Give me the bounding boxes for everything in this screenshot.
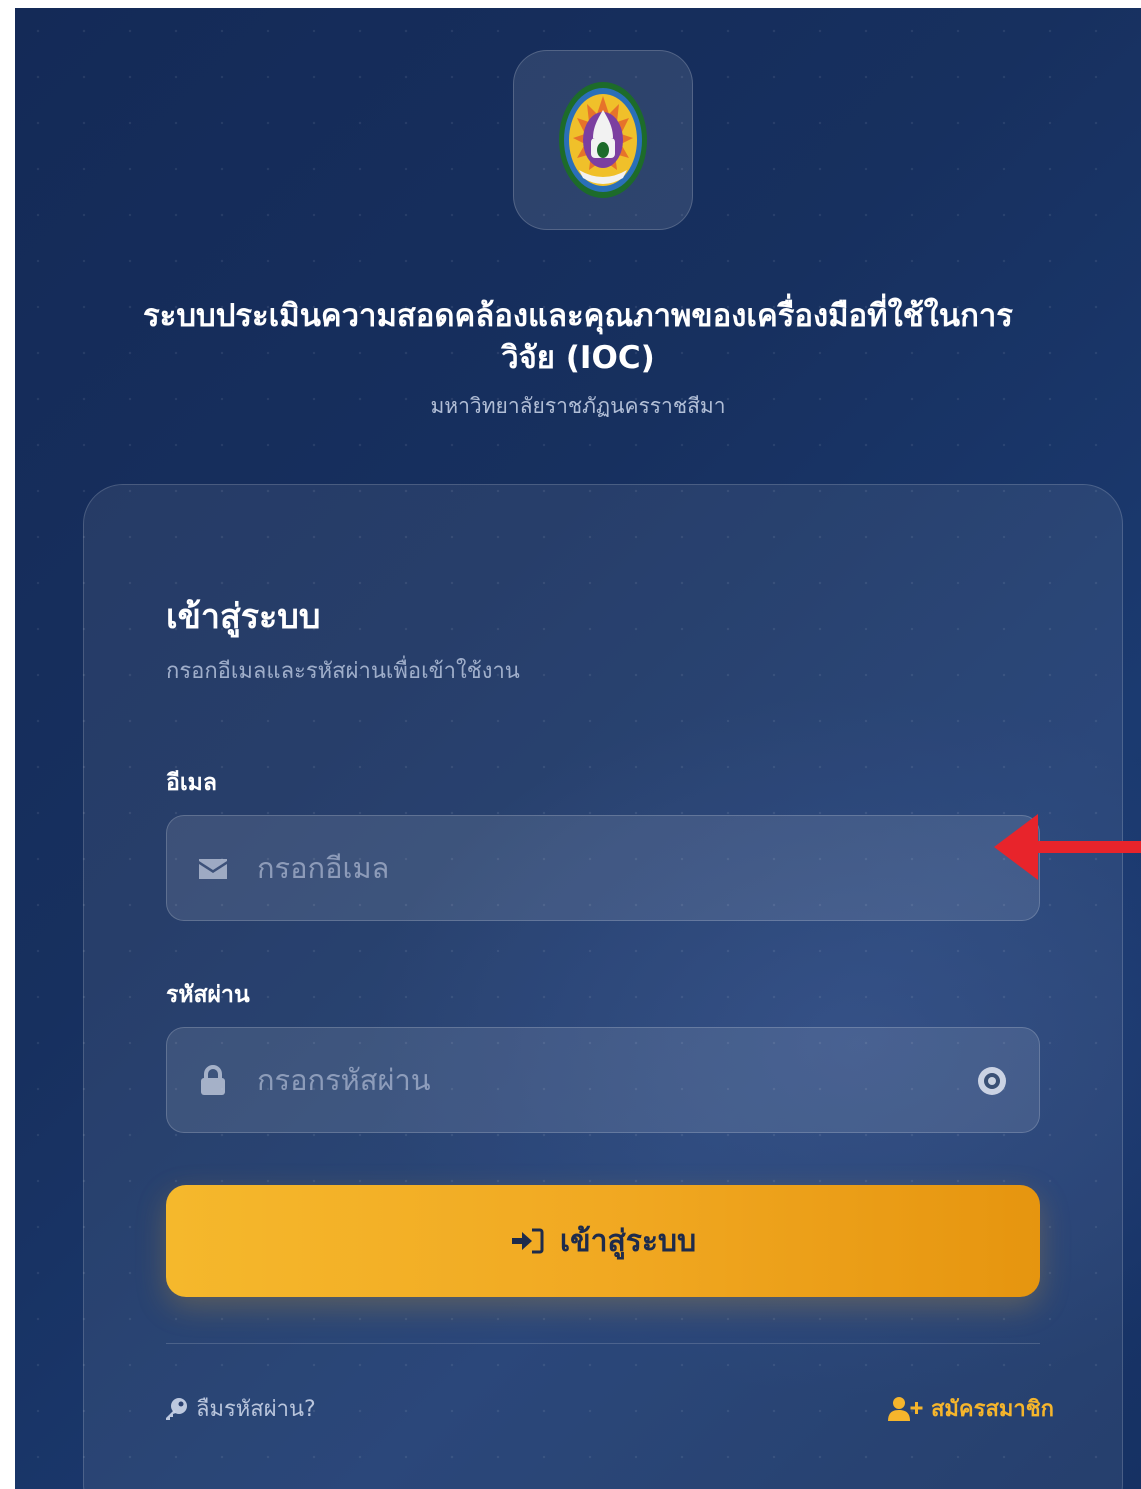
page-title-line-2: วิจัย (IOC) xyxy=(501,339,655,376)
page-title-line-1: ระบบประเมินความสอดคล้องและคุณภาพของเครื่… xyxy=(143,297,1013,334)
login-card-title: เข้าสู่ระบบ xyxy=(166,597,321,637)
university-seal-icon xyxy=(559,82,647,198)
login-card: เข้าสู่ระบบ กรอกอีเมลและรหัสผ่านเพื่อเข้… xyxy=(83,484,1123,1489)
register-label: สมัครสมาชิก xyxy=(931,1397,1054,1422)
forgot-password-label: ลืมรหัสผ่าน? xyxy=(196,1397,316,1422)
logo-container xyxy=(513,50,693,230)
email-label: อีเมล xyxy=(166,770,217,796)
key-icon xyxy=(166,1397,187,1420)
university-name: มหาวิทยาลัยราชภัฏนครราชสีมา xyxy=(430,394,726,418)
sign-in-icon xyxy=(511,1228,544,1254)
envelope-icon xyxy=(199,859,227,879)
password-input[interactable] xyxy=(257,1028,937,1132)
password-field[interactable] xyxy=(166,1027,1040,1133)
email-field[interactable] xyxy=(166,815,1040,921)
user-plus-icon xyxy=(888,1396,923,1421)
email-input[interactable] xyxy=(257,816,937,920)
register-link[interactable]: สมัครสมาชิก xyxy=(887,1391,1054,1426)
login-page: ระบบประเมินความสอดคล้องและคุณภาพของเครื่… xyxy=(15,8,1141,1489)
lock-icon xyxy=(201,1065,225,1095)
page-title: ระบบประเมินความสอดคล้องและคุณภาพของเครื่… xyxy=(15,295,1141,379)
login-button[interactable]: เข้าสู่ระบบ xyxy=(166,1185,1040,1297)
login-button-label: เข้าสู่ระบบ xyxy=(559,1223,697,1259)
forgot-password-link[interactable]: ลืมรหัสผ่าน? xyxy=(164,1391,316,1426)
login-card-subtitle: กรอกอีเมลและรหัสผ่านเพื่อเข้าใช้งาน xyxy=(166,659,520,684)
eye-icon[interactable] xyxy=(975,1066,1009,1096)
divider xyxy=(166,1343,1040,1344)
password-label: รหัสผ่าน xyxy=(166,982,250,1008)
